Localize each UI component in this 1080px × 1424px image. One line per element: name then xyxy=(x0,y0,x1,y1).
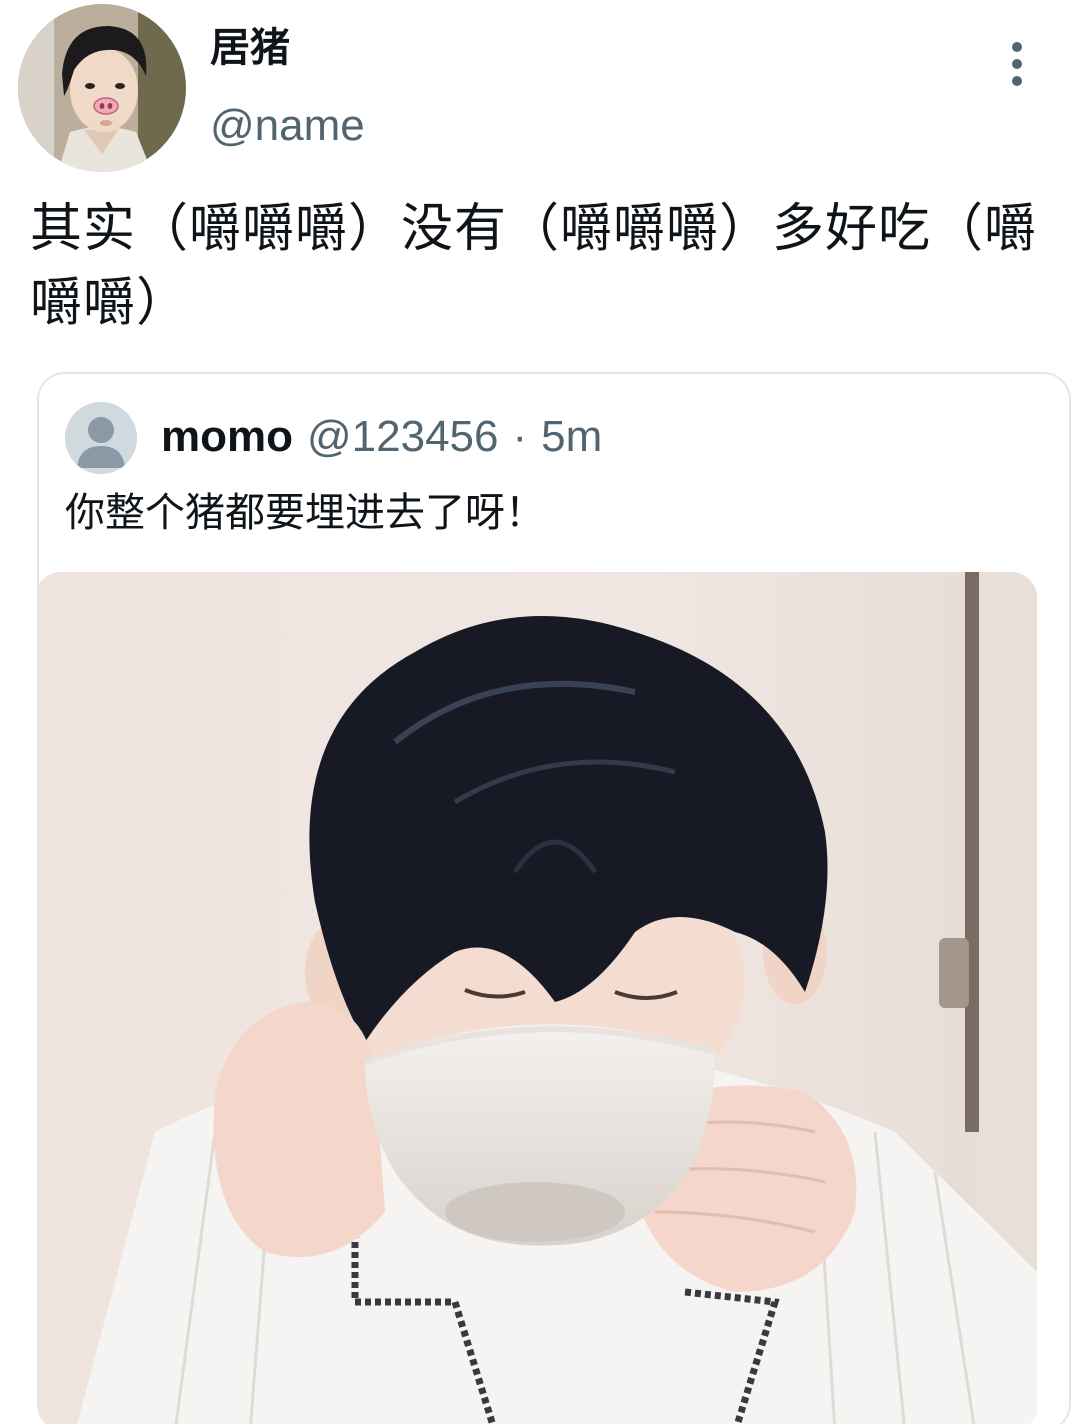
quoted-tweet-photo[interactable] xyxy=(39,572,1037,1424)
quoted-tweet-time[interactable]: 5m xyxy=(541,412,602,462)
quoted-author-name[interactable]: momo xyxy=(161,412,293,462)
quoted-author-avatar[interactable] xyxy=(65,402,137,474)
author-handle[interactable]: @name xyxy=(210,100,365,153)
default-avatar-icon xyxy=(65,402,137,474)
more-options-button[interactable] xyxy=(996,36,1038,92)
quoted-tweet-header: momo @123456 · 5m xyxy=(161,412,602,462)
post-screen: 居猪 @name 其实（嚼嚼嚼）没有（嚼嚼嚼）多好吃（嚼嚼嚼） momo @12… xyxy=(0,0,1080,1424)
quoted-tweet-text: 你整个猪都要埋进去了呀！ xyxy=(65,490,545,536)
photo-person-drinking-from-bowl xyxy=(39,572,1037,1424)
more-vertical-icon xyxy=(1012,42,1022,52)
author-avatar[interactable] xyxy=(18,4,186,172)
quoted-tweet-card[interactable]: momo @123456 · 5m 你整个猪都要埋进去了呀！ xyxy=(37,372,1071,1424)
author-avatar-photo xyxy=(18,4,186,172)
tweet-text: 其实（嚼嚼嚼）没有（嚼嚼嚼）多好吃（嚼嚼嚼） xyxy=(30,199,1038,333)
separator-dot: · xyxy=(512,412,528,461)
author-display-name[interactable]: 居猪 xyxy=(210,24,290,72)
quoted-author-handle[interactable]: @123456 xyxy=(307,412,499,462)
